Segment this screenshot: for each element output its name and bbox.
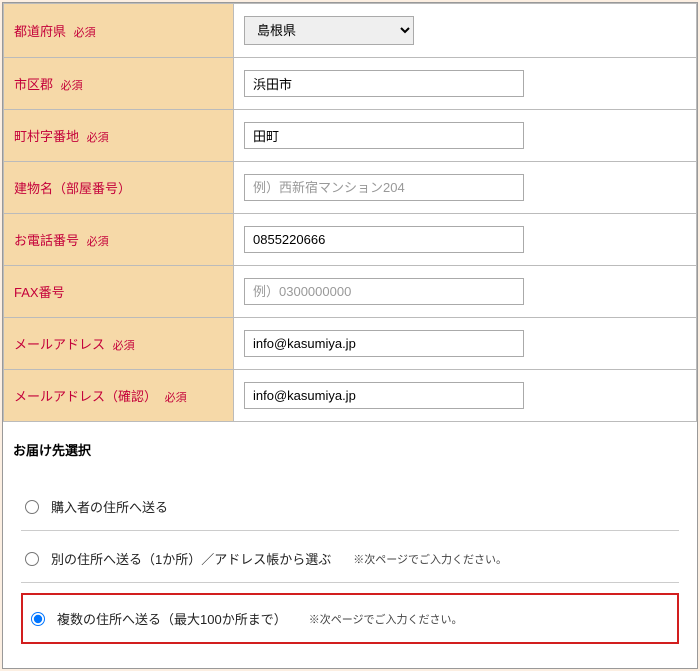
delivery-option-multiple[interactable]: 複数の住所へ送る（最大100か所まで） ※次ページでご入力ください。 xyxy=(21,593,679,644)
fax-input[interactable] xyxy=(244,278,524,305)
email-confirm-input[interactable] xyxy=(244,382,524,409)
delivery-section-title: お届け先選択 xyxy=(3,422,697,467)
building-input[interactable] xyxy=(244,174,524,201)
town-cell xyxy=(234,110,697,162)
email-cell xyxy=(234,318,697,370)
delivery-radio-purchaser[interactable] xyxy=(25,500,39,514)
email-label: メールアドレス 必須 xyxy=(4,318,234,370)
phone-input[interactable] xyxy=(244,226,524,253)
prefecture-label: 都道府県 必須 xyxy=(4,4,234,58)
prefecture-label-text: 都道府県 xyxy=(14,24,66,39)
form-container: 都道府県 必須 島根県 市区郡 必須 町村字番地 必須 xyxy=(2,2,698,669)
required-mark: 必須 xyxy=(87,132,109,144)
email-input[interactable] xyxy=(244,330,524,357)
building-label-text: 建物名（部屋番号） xyxy=(14,181,131,196)
required-mark: 必須 xyxy=(61,80,83,92)
prefecture-cell: 島根県 xyxy=(234,4,697,58)
building-label: 建物名（部屋番号） xyxy=(4,162,234,214)
city-input[interactable] xyxy=(244,70,524,97)
required-mark: 必須 xyxy=(74,27,96,39)
delivery-option-hint: ※次ページでご入力ください。 xyxy=(353,551,507,567)
email-confirm-cell xyxy=(234,370,697,422)
delivery-option-hint: ※次ページでご入力ください。 xyxy=(309,611,463,627)
separator xyxy=(21,582,679,583)
town-label-text: 町村字番地 xyxy=(14,129,79,144)
city-cell xyxy=(234,58,697,110)
required-mark: 必須 xyxy=(113,340,135,352)
town-input[interactable] xyxy=(244,122,524,149)
phone-label: お電話番号 必須 xyxy=(4,214,234,266)
city-label-text: 市区郡 xyxy=(14,77,53,92)
fax-cell xyxy=(234,266,697,318)
delivery-options-box: 購入者の住所へ送る 別の住所へ送る（1か所）／アドレス帳から選ぶ ※次ページでご… xyxy=(11,471,689,660)
phone-cell xyxy=(234,214,697,266)
delivery-option-other[interactable]: 別の住所へ送る（1か所）／アドレス帳から選ぶ ※次ページでご入力ください。 xyxy=(21,541,679,576)
fax-label-text: FAX番号 xyxy=(14,285,65,300)
phone-label-text: お電話番号 xyxy=(14,233,79,248)
town-label: 町村字番地 必須 xyxy=(4,110,234,162)
email-label-text: メールアドレス xyxy=(14,337,105,352)
separator xyxy=(21,530,679,531)
building-cell xyxy=(234,162,697,214)
fax-label: FAX番号 xyxy=(4,266,234,318)
delivery-radio-multiple[interactable] xyxy=(31,612,45,626)
required-mark: 必須 xyxy=(87,236,109,248)
prefecture-select[interactable]: 島根県 xyxy=(244,16,414,45)
required-mark: 必須 xyxy=(165,392,187,404)
email-confirm-label: メールアドレス（確認） 必須 xyxy=(4,370,234,422)
city-label: 市区郡 必須 xyxy=(4,58,234,110)
delivery-option-label: 購入者の住所へ送る xyxy=(51,497,168,516)
delivery-option-purchaser[interactable]: 購入者の住所へ送る xyxy=(21,489,679,524)
delivery-option-label: 複数の住所へ送る（最大100か所まで） xyxy=(57,609,287,628)
delivery-radio-other[interactable] xyxy=(25,552,39,566)
address-form-table: 都道府県 必須 島根県 市区郡 必須 町村字番地 必須 xyxy=(3,3,697,422)
delivery-option-label: 別の住所へ送る（1か所）／アドレス帳から選ぶ xyxy=(51,549,331,568)
email-confirm-label-text: メールアドレス（確認） xyxy=(14,389,157,404)
